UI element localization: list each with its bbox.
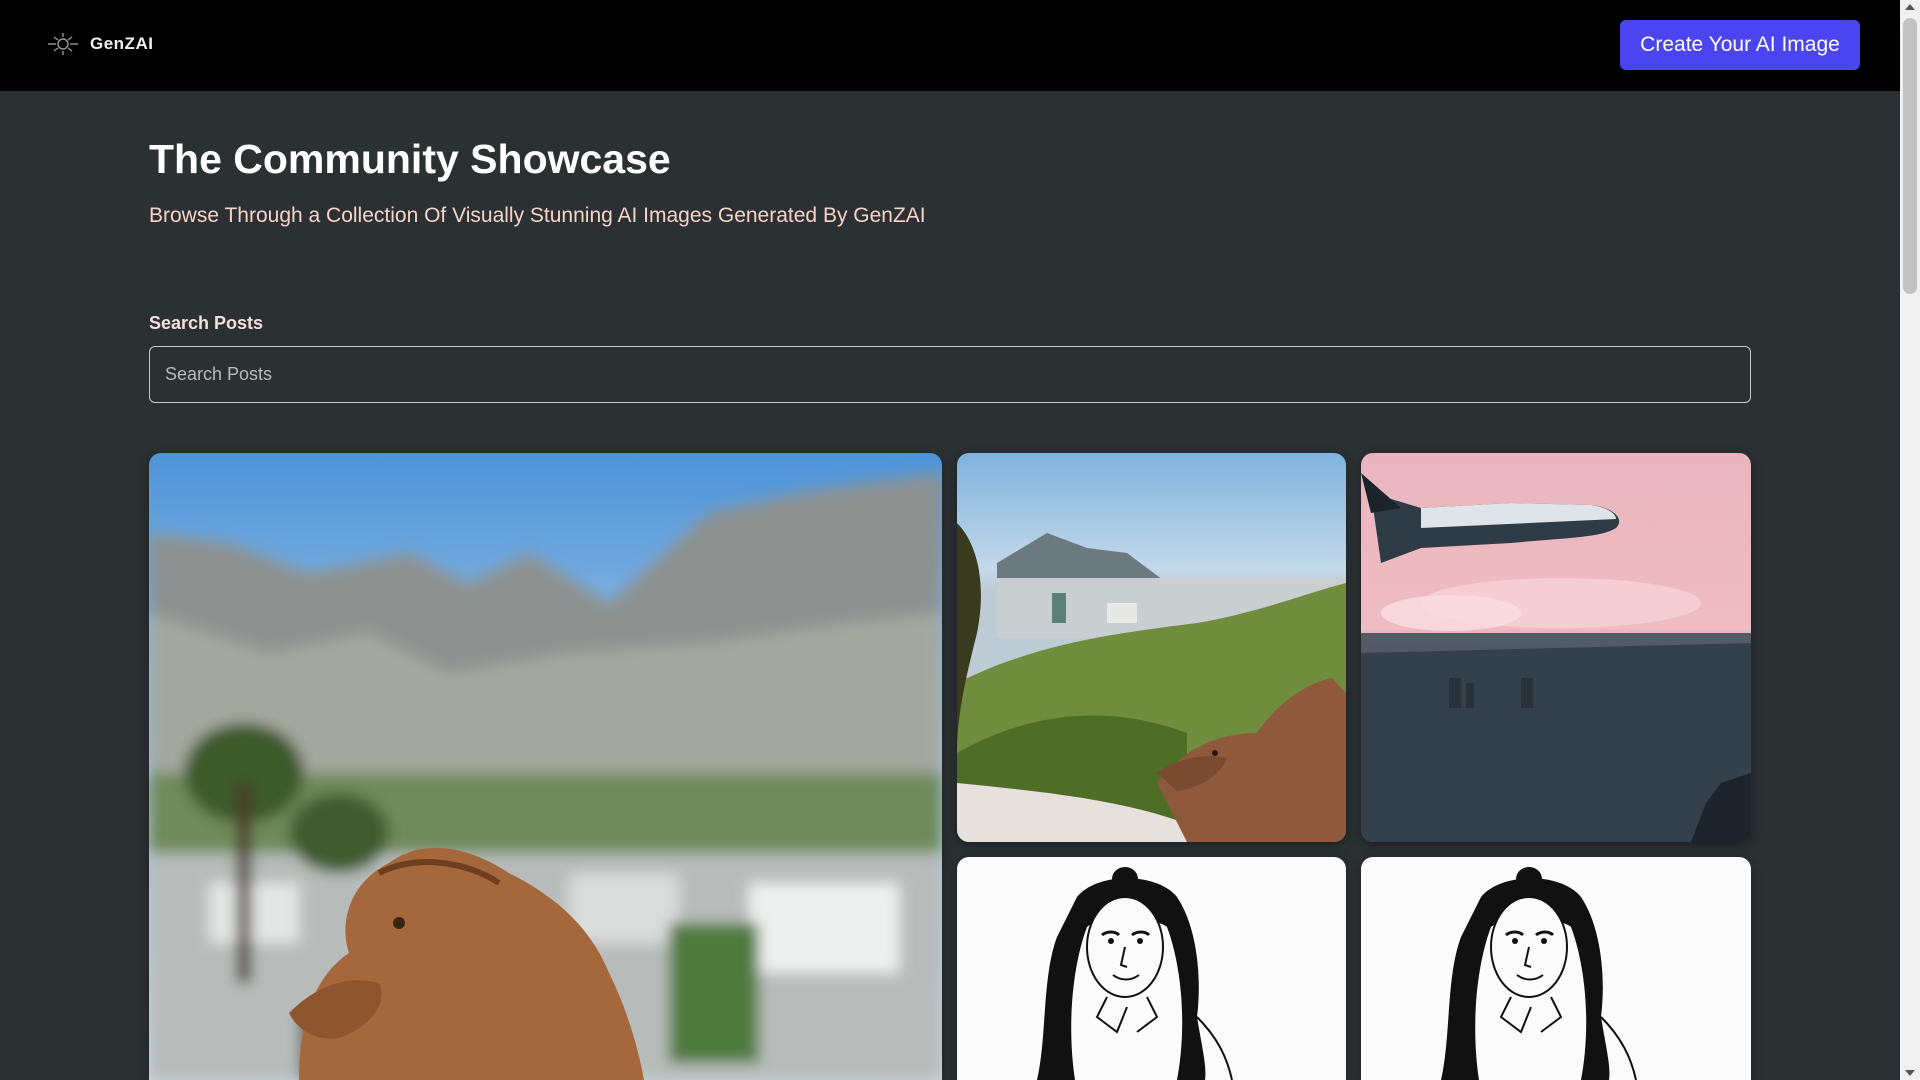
- genzai-logo[interactable]: GenZAI: [42, 32, 153, 56]
- logo-text: GenZAI: [90, 34, 154, 53]
- post-image-dinosaur-mountain: [149, 453, 942, 1080]
- top-navbar: GenZAI Create Your AI Image: [0, 0, 1900, 91]
- create-ai-image-button[interactable]: Create Your AI Image: [1620, 20, 1860, 70]
- gallery-card[interactable]: [957, 857, 1346, 1080]
- scrollbar-thumb[interactable]: [1903, 18, 1917, 294]
- gallery-card[interactable]: [1361, 453, 1751, 842]
- scroll-up-arrow-icon[interactable]: [1905, 4, 1915, 10]
- post-image-portrait-drawing: [1361, 857, 1751, 1080]
- page-scrollbar[interactable]: [1900, 0, 1920, 1080]
- page-subtitle: Browse Through a Collection Of Visually …: [149, 204, 926, 227]
- post-image-dinosaur-coast: [957, 453, 1346, 842]
- gallery-card[interactable]: [149, 453, 942, 1080]
- page-title: The Community Showcase: [149, 136, 671, 182]
- search-label: Search Posts: [149, 313, 264, 333]
- scroll-down-arrow-icon[interactable]: [1905, 1070, 1915, 1076]
- post-image-space-shuttle: [1361, 453, 1751, 842]
- logo-sparkle-icon: [48, 33, 78, 55]
- gallery-card[interactable]: [957, 453, 1346, 842]
- post-image-portrait-drawing: [957, 857, 1346, 1080]
- search-input[interactable]: [149, 346, 1751, 403]
- gallery-card[interactable]: [1361, 857, 1751, 1080]
